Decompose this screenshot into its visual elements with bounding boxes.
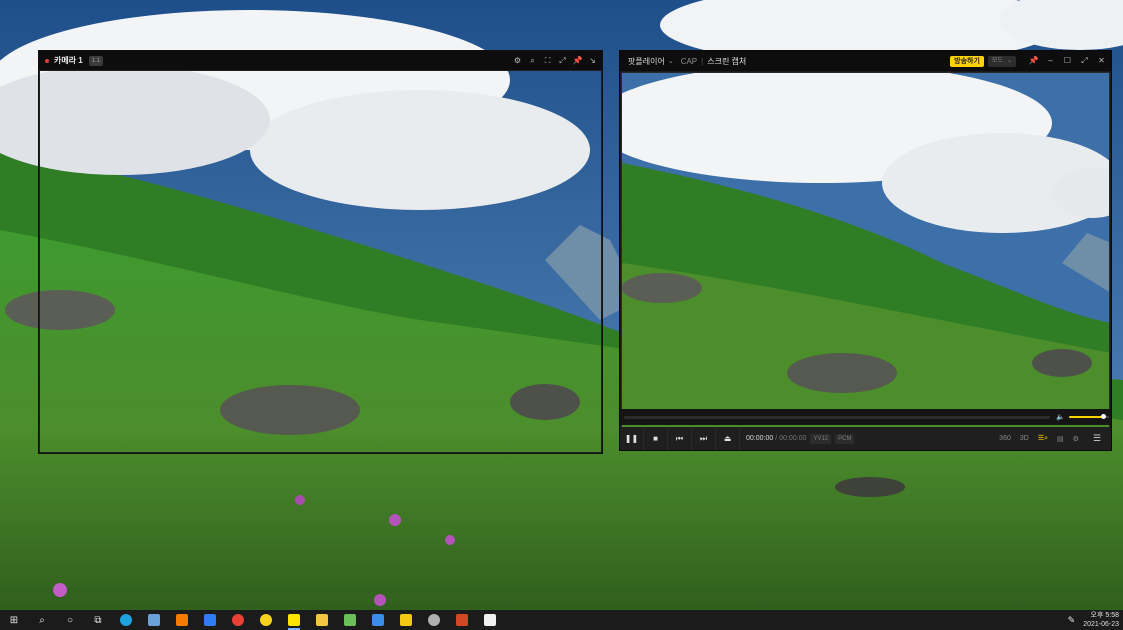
3d-button[interactable]: 3D xyxy=(1020,435,1029,442)
eject-button[interactable]: ⏏ xyxy=(716,427,740,450)
sticky-notes-icon xyxy=(400,614,412,626)
taskbar-app-kakaotalk[interactable] xyxy=(280,610,308,630)
minimize-icon[interactable]: – xyxy=(1045,56,1056,67)
taskbar-app-chrome[interactable] xyxy=(224,610,252,630)
next-button[interactable]: ⏭ xyxy=(692,427,716,450)
title-separator: | xyxy=(701,56,704,66)
pause-button[interactable]: ❚❚ xyxy=(620,427,644,450)
player-window[interactable]: 팟플레이어 ⌄ CAP | 스크린 캡처 방송하기 모드 ⌄ 📌 – ☐ ⤢ ✕ xyxy=(619,50,1112,451)
start-icon[interactable]: ⊞ xyxy=(0,610,28,630)
kakaotalk-icon xyxy=(288,614,300,626)
control-bar: ❚❚ ■ ⏮ ⏭ ⏏ 00:00:00 / 00:00:00 YV12 PCM … xyxy=(620,427,1111,450)
taskbar-app-photos[interactable] xyxy=(364,610,392,630)
gear-icon[interactable]: ⚙ xyxy=(1073,435,1079,443)
total-time: 00:00:00 xyxy=(779,435,807,442)
audio-codec-badge: PCM xyxy=(835,433,855,444)
photos-icon xyxy=(372,614,384,626)
mode-select[interactable]: 모드 ⌄ xyxy=(987,55,1016,67)
taskbar-app-sticky[interactable] xyxy=(392,610,420,630)
system-tray: ✎ 오후 5:58 2021-06-23 xyxy=(1068,611,1123,629)
taskbar-app-store[interactable] xyxy=(476,610,504,630)
vr360-button[interactable]: 360 xyxy=(999,435,1011,442)
seek-row: 🔈 xyxy=(620,409,1111,425)
volume-fill xyxy=(1068,416,1103,418)
player-titlebar[interactable]: 팟플레이어 ⌄ CAP | 스크린 캡처 방송하기 모드 ⌄ 📌 – ☐ ⤢ ✕ xyxy=(620,51,1111,71)
taskbar-app-edge[interactable] xyxy=(112,610,140,630)
cortana-icon[interactable]: ○ xyxy=(56,610,84,630)
video-codec-badge: YV12 xyxy=(810,433,832,444)
camera-ratio-badge[interactable]: 1:1 xyxy=(88,55,104,66)
chrome-icon xyxy=(232,614,244,626)
clock-date: 2021-06-23 xyxy=(1083,621,1119,628)
record-dot-icon xyxy=(45,58,49,63)
volume-knob[interactable] xyxy=(1100,414,1106,419)
clock[interactable]: 오후 5:58 2021-06-23 xyxy=(1083,611,1119,629)
search-icon[interactable]: ⌕ xyxy=(28,610,56,630)
close-icon[interactable]: ✕ xyxy=(1096,56,1107,67)
stop-button[interactable]: ■ xyxy=(644,427,668,450)
gear-icon[interactable]: ⚙ xyxy=(512,55,523,66)
menu-icon[interactable]: ☰ xyxy=(1093,433,1101,444)
taskbar-app-paint[interactable] xyxy=(140,610,168,630)
edge-icon xyxy=(120,614,132,626)
taskbar: ⊞ ⌕ ○ ⧉ ✎ 오후 5:58 2021-06-23 xyxy=(0,610,1123,630)
current-time: 00:00:00 xyxy=(746,435,774,442)
taskbar-app-todo[interactable] xyxy=(196,610,224,630)
document-icon[interactable]: ▤ xyxy=(1057,435,1064,443)
notepad-icon xyxy=(344,614,356,626)
mode-label: 스크린 캡처 xyxy=(707,56,747,66)
todo-icon xyxy=(204,614,216,626)
chevron-down-icon: ⌄ xyxy=(1006,57,1012,64)
folder-icon xyxy=(316,614,328,626)
sublime-icon xyxy=(176,614,188,626)
fit-icon[interactable]: ⛶ xyxy=(542,55,553,66)
taskbar-app-sublime[interactable] xyxy=(168,610,196,630)
kakaotalk-pc-icon xyxy=(260,614,272,626)
previous-button[interactable]: ⏮ xyxy=(668,427,692,450)
pin-icon[interactable]: 📌 xyxy=(572,55,583,66)
video-viewport[interactable] xyxy=(621,72,1110,450)
app-name[interactable]: 팟플레이어 xyxy=(628,56,665,67)
broadcast-button[interactable]: 방송하기 xyxy=(950,55,984,67)
cap-label: CAP xyxy=(680,56,698,66)
maximize-icon[interactable]: ☐ xyxy=(1062,56,1073,67)
store-icon xyxy=(484,614,496,626)
camera-title: 카메라 1 xyxy=(54,56,83,65)
camera-preview xyxy=(39,70,602,453)
taskbar-app-kakaotalk-pc[interactable] xyxy=(252,610,280,630)
search-icon[interactable]: ⌕ xyxy=(527,55,538,66)
taskbar-app-paint3d[interactable] xyxy=(420,610,448,630)
mode-select-label: 모드 xyxy=(991,57,1003,64)
seek-bar[interactable] xyxy=(624,415,1050,419)
volume-slider[interactable] xyxy=(1068,414,1109,419)
camera-titlebar[interactable]: 카메라 1 1:1 ⚙ ⌕ ⛶ ⤢ 📌 ↘ xyxy=(39,51,602,70)
taskbar-app-powerpoint[interactable] xyxy=(448,610,476,630)
playlist-search-icon[interactable]: ☰⌕ xyxy=(1038,434,1048,443)
taskbar-app-notepad[interactable] xyxy=(336,610,364,630)
time-separator: / xyxy=(775,435,778,442)
pin-icon[interactable]: 📌 xyxy=(1028,56,1039,67)
taskbar-app-explorer[interactable] xyxy=(308,610,336,630)
powerpoint-icon xyxy=(456,614,468,626)
camera-window[interactable]: 카메라 1 1:1 ⚙ ⌕ ⛶ ⤢ 📌 ↘ xyxy=(38,50,603,454)
task-view-icon[interactable]: ⧉ xyxy=(84,610,112,630)
collapse-icon[interactable]: ↘ xyxy=(587,55,598,66)
fullscreen-icon[interactable]: ⤢ xyxy=(557,55,568,66)
clock-time: 오후 5:58 xyxy=(1090,612,1119,619)
paint3d-icon xyxy=(428,614,440,626)
volume-icon[interactable]: 🔈 xyxy=(1056,413,1065,421)
paint-icon xyxy=(148,614,160,626)
fullscreen-icon[interactable]: ⤢ xyxy=(1079,56,1090,67)
chevron-down-icon[interactable]: ⌄ xyxy=(668,57,674,65)
pen-icon[interactable]: ✎ xyxy=(1068,615,1076,626)
